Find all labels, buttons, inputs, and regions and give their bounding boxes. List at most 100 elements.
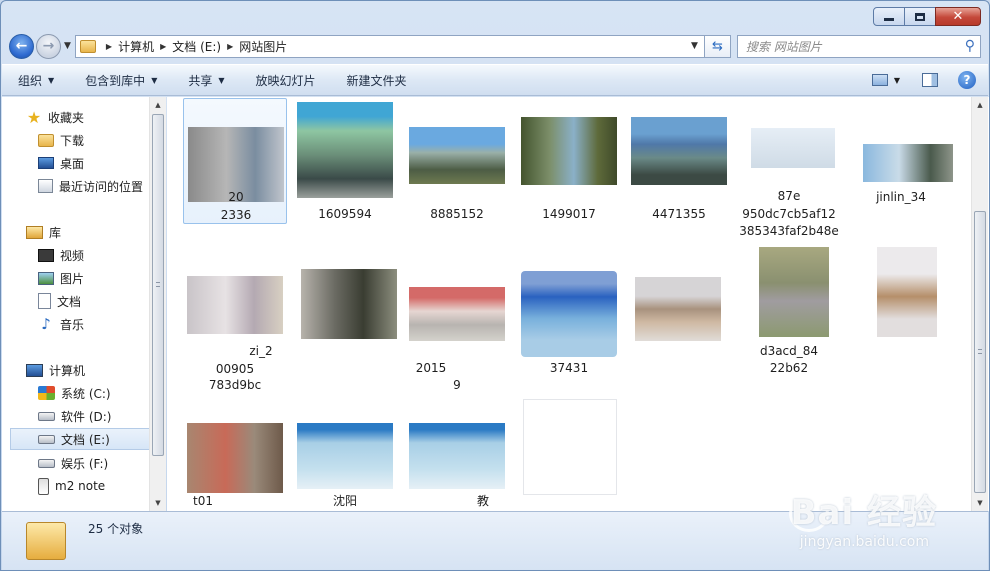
thumbnail [521, 271, 617, 357]
forward-button[interactable]: → [36, 33, 61, 59]
new-folder-button[interactable]: 新建文件夹 [347, 72, 407, 89]
file-name: 4471355 [652, 207, 706, 221]
file-item[interactable] [627, 257, 731, 367]
file-name: 87e [777, 189, 801, 203]
sidebar-item-recent[interactable]: 最近访问的位置 [38, 175, 143, 197]
file-item[interactable] [849, 247, 953, 367]
desktop-icon [38, 157, 54, 169]
file-list: 20 2336 1609594 8885152 1499017 4471355 … [167, 97, 989, 511]
change-view-icon[interactable] [871, 74, 888, 86]
star-icon: ★ [26, 107, 42, 127]
file-item[interactable]: 4471355 [627, 98, 731, 224]
maximize-button[interactable] [904, 7, 936, 26]
sidebar-item-drive-e[interactable]: 文档 (E:) [10, 428, 156, 450]
search-input[interactable]: 搜索 网站图片 ⚲ [736, 34, 981, 58]
file-name: 9 [453, 378, 461, 392]
thumbnail [187, 276, 283, 334]
slideshow-button[interactable]: 放映幻灯片 [256, 72, 316, 89]
sidebar-item-drive-c[interactable]: 系统 (C:) [38, 382, 111, 404]
file-item[interactable]: zi_2 00905 783d9bc [183, 257, 287, 393]
watermark-url: jingyan.baidu.com [799, 534, 929, 550]
back-arrow-icon: ← [15, 38, 28, 54]
minimize-icon [884, 18, 894, 21]
file-item[interactable]: t01 [183, 417, 287, 513]
back-button[interactable]: ← [9, 33, 34, 59]
file-item[interactable]: 沈阳 [293, 417, 397, 513]
sidebar-item-music[interactable]: ♪ 音乐 [38, 313, 84, 335]
sidebar-item-desktop[interactable]: 桌面 [38, 152, 84, 174]
search-icon[interactable]: ⚲ [965, 38, 975, 54]
chevron-right-icon[interactable]: ▶ [227, 42, 233, 51]
scroll-up-arrow-icon[interactable]: ▲ [972, 97, 988, 113]
sidebar-item-label: 最近访问的位置 [59, 179, 144, 194]
file-name: jinlin_34 [876, 190, 926, 204]
drive-icon [38, 434, 55, 444]
thumbnail [409, 127, 505, 184]
help-icon[interactable]: ? [958, 71, 976, 89]
file-item[interactable]: 1609594 [293, 98, 397, 224]
grip-icon [978, 349, 982, 354]
thumbnail [523, 399, 617, 495]
file-item[interactable]: 20 2336 [183, 98, 287, 224]
item-count: 25 个对象 [88, 522, 144, 536]
sidebar-item-documents[interactable]: 文档 [38, 290, 81, 312]
file-item[interactable]: 37431 [517, 257, 621, 377]
sidebar-item-label: 音乐 [60, 317, 85, 332]
chevron-right-icon[interactable]: ▶ [106, 42, 112, 51]
recent-pages-dropdown[interactable]: ▼ [64, 41, 71, 51]
file-item[interactable]: 教 [405, 417, 509, 513]
breadcrumb-computer[interactable]: 计算机 [118, 38, 154, 55]
file-item[interactable]: jinlin_34 [849, 98, 953, 208]
chevron-right-icon[interactable]: ▶ [160, 42, 166, 51]
breadcrumb-current-folder[interactable]: 网站图片 [239, 38, 287, 55]
address-dropdown[interactable]: ▼ [691, 41, 698, 51]
file-name: t01 [193, 494, 213, 508]
file-item[interactable]: 1499017 [517, 98, 621, 224]
content-scrollbar[interactable]: ▲ ▼ [971, 97, 988, 511]
sidebar-item-pictures[interactable]: 图片 [38, 267, 84, 289]
sidebar-item-drive-f[interactable]: 娱乐 (F:) [38, 452, 108, 474]
breadcrumb-drive-e[interactable]: 文档 (E:) [172, 38, 221, 55]
phone-icon [38, 477, 49, 495]
sidebar-item-libraries[interactable]: 库 [26, 221, 61, 243]
sidebar-item-favorites[interactable]: ★ 收藏夹 [26, 106, 84, 128]
sidebar-item-drive-d[interactable]: 软件 (D:) [38, 405, 111, 427]
nav-scrollbar[interactable]: ▲ ▼ [149, 97, 166, 511]
scroll-down-arrow-icon[interactable]: ▼ [150, 495, 166, 511]
preview-pane-icon[interactable] [922, 73, 938, 87]
sidebar-item-computer[interactable]: 计算机 [26, 359, 85, 381]
refresh-button[interactable]: ⇆ [704, 34, 731, 58]
thumbnail [759, 247, 829, 337]
caption-buttons: ✕ [873, 7, 981, 26]
file-item[interactable]: 8885152 [405, 98, 509, 224]
scroll-up-arrow-icon[interactable]: ▲ [150, 97, 166, 113]
command-bar: 组织 ▼ 包含到库中 ▼ 共享 ▼ 放映幻灯片 新建文件夹 ▼ ? [2, 64, 988, 96]
thumbnail [751, 128, 835, 168]
address-bar[interactable]: ▶ 计算机 ▶ 文档 (E:) ▶ 网站图片 ▼ [74, 34, 705, 58]
organize-button[interactable]: 组织 ▼ [18, 72, 54, 89]
file-item[interactable] [517, 397, 621, 513]
file-item[interactable]: 2015 9 [405, 257, 509, 392]
drive-icon [38, 411, 55, 421]
file-name: 37431 [549, 361, 589, 375]
content-scrollbar-thumb[interactable] [974, 211, 986, 493]
file-name: 385343faf2b48e [739, 224, 839, 238]
view-options-dropdown[interactable]: ▼ [894, 76, 900, 85]
include-library-button[interactable]: 包含到库中 ▼ [85, 72, 157, 89]
sidebar-item-videos[interactable]: 视频 [38, 244, 84, 266]
sidebar-item-downloads[interactable]: 下载 [38, 129, 84, 151]
share-button[interactable]: 共享 ▼ [188, 72, 224, 89]
file-name: 950dc7cb5af12 [742, 207, 836, 221]
chevron-down-icon: ▼ [48, 75, 55, 85]
sidebar-item-m2note[interactable]: m2 note [38, 475, 105, 497]
scroll-down-arrow-icon[interactable]: ▼ [972, 495, 988, 511]
nav-scrollbar-thumb[interactable] [152, 114, 164, 456]
sidebar-item-label: 视频 [60, 248, 85, 263]
sidebar-item-label: 桌面 [60, 156, 85, 171]
sidebar-item-label: m2 note [55, 479, 106, 493]
file-item[interactable]: 87e 950dc7cb5af12 385343faf2b48e [737, 98, 841, 244]
file-item[interactable] [293, 257, 397, 367]
file-item[interactable]: d3acd_84 22b62 [737, 247, 841, 383]
close-button[interactable]: ✕ [935, 7, 981, 26]
minimize-button[interactable] [873, 7, 905, 26]
